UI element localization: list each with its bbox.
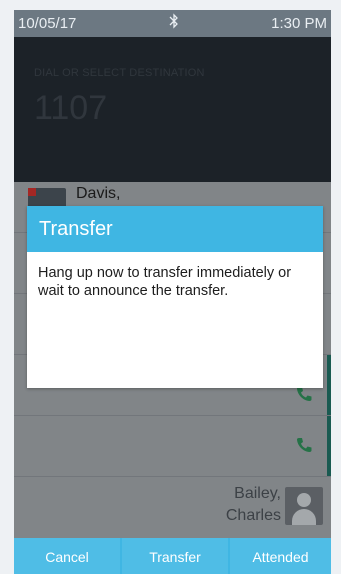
cancel-button[interactable]: Cancel <box>14 538 120 574</box>
transfer-button[interactable]: Transfer <box>122 538 228 574</box>
status-bar: 10/05/17 1:30 PM <box>14 10 331 37</box>
dialog-title: Transfer <box>39 218 113 240</box>
softkey-bar: Cancel Transfer Attended <box>14 538 331 574</box>
bluetooth-icon <box>169 13 179 33</box>
status-date: 10/05/17 <box>18 15 77 32</box>
transfer-dialog: Transfer Hang up now to transfer immedia… <box>27 206 323 388</box>
screen: 10/05/17 1:30 PM DIAL OR SELECT DESTINAT… <box>14 10 331 574</box>
dialog-header: Transfer <box>27 206 323 252</box>
attended-button[interactable]: Attended <box>230 538 331 574</box>
status-time: 1:30 PM <box>271 15 327 32</box>
dialog-message: Hang up now to transfer immediately or w… <box>38 265 292 299</box>
